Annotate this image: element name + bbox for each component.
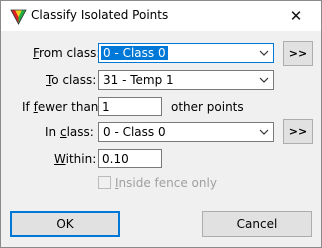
inside-fence-label: Inside fence only: [115, 176, 217, 190]
within-label: Within:: [54, 152, 97, 166]
cancel-button[interactable]: Cancel: [202, 211, 312, 237]
close-button[interactable]: ✕: [285, 5, 307, 27]
window-title: Classify Isolated Points: [31, 8, 169, 22]
to-class-value: 31 - Temp 1: [103, 73, 174, 87]
within-input[interactable]: 0.10: [98, 149, 162, 168]
in-class-value: 0 - Class 0: [103, 125, 166, 139]
to-class-label: To class:: [46, 73, 97, 87]
chevron-down-icon: [259, 50, 269, 56]
close-icon: ✕: [289, 7, 303, 25]
chevron-down-icon: [259, 129, 269, 135]
from-class-label: From class:: [33, 46, 101, 60]
in-class-label: In class:: [45, 125, 94, 139]
dialog-window: Classify Isolated Points ✕ From class: 0…: [0, 0, 322, 248]
ok-button[interactable]: OK: [10, 211, 120, 237]
in-class-select[interactable]: 0 - Class 0: [98, 122, 274, 142]
triangle-color-icon: [10, 9, 27, 25]
from-class-select[interactable]: 0 - Class 0: [98, 43, 274, 63]
other-points-label: other points: [171, 100, 244, 114]
chevron-down-icon: [259, 77, 269, 83]
fewer-than-label: If fewer than:: [22, 100, 103, 114]
fewer-than-input[interactable]: 1: [98, 97, 162, 116]
title-bar: Classify Isolated Points ✕: [1, 1, 321, 31]
to-class-select[interactable]: 31 - Temp 1: [98, 70, 274, 90]
from-class-value: 0 - Class 0: [101, 46, 168, 60]
inside-fence-checkbox[interactable]: [98, 176, 111, 189]
in-class-browse-button[interactable]: >>: [283, 119, 313, 144]
from-class-browse-button[interactable]: >>: [283, 41, 313, 66]
